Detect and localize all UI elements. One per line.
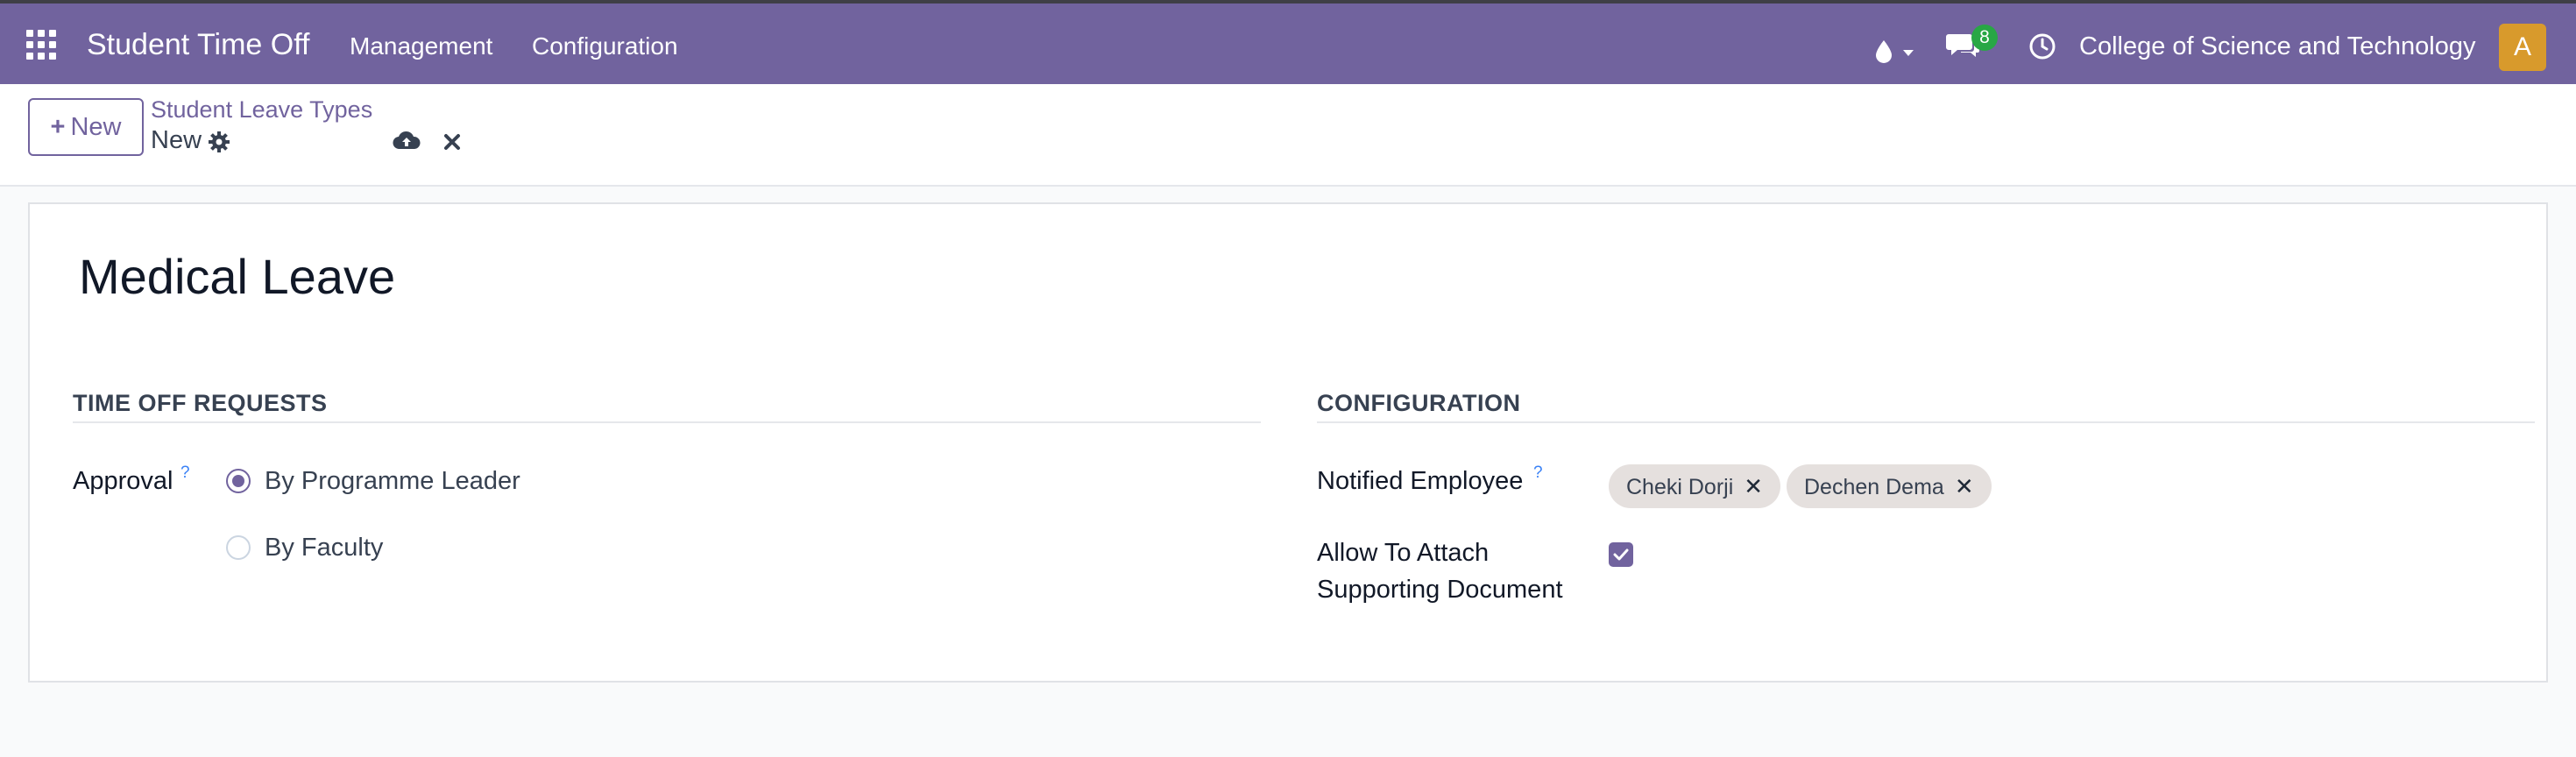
approval-help-icon[interactable]: ? — [180, 463, 190, 483]
section-divider — [73, 421, 1261, 423]
menu-configuration[interactable]: Configuration — [532, 32, 678, 60]
checkmark-icon — [1613, 548, 1629, 561]
attach-label-line1: Allow To Attach — [1317, 539, 1490, 567]
app-title[interactable]: Student Time Off — [87, 28, 310, 62]
employee-tag: Dechen Dema ✕ — [1787, 464, 1992, 508]
clock-icon[interactable] — [2028, 32, 2056, 60]
employee-tag: Cheki Dorji ✕ — [1609, 464, 1781, 508]
top-navbar: Student Time Off Management Configuratio… — [0, 0, 2576, 84]
section-title-configuration: CONFIGURATION — [1317, 390, 1521, 416]
activity-drop-icon[interactable] — [1873, 30, 1919, 75]
company-switcher[interactable]: College of Science and Technology — [2079, 32, 2476, 61]
record-name-field[interactable]: Medical Leave — [79, 248, 395, 305]
discard-close-icon[interactable] — [442, 131, 463, 152]
new-button[interactable]: + New — [28, 98, 144, 156]
breadcrumb-current-label: New — [151, 126, 202, 154]
breadcrumb-current: New — [151, 126, 202, 155]
radio-by-faculty[interactable] — [226, 535, 251, 560]
message-count-badge: 8 — [1971, 25, 1998, 51]
employee-tag-label: Dechen Dema — [1804, 475, 1944, 499]
notified-employee-label: Notified Employee — [1317, 467, 1524, 495]
new-button-label: New — [70, 113, 122, 141]
radio-by-programme-leader[interactable] — [226, 469, 251, 493]
attach-label-line2: Supporting Document — [1317, 576, 1563, 604]
breadcrumb-parent-link[interactable]: Student Leave Types — [151, 96, 372, 124]
menu-management[interactable]: Management — [350, 32, 492, 60]
form-sheet: Medical Leave TIME OFF REQUESTS Approval… — [28, 202, 2548, 683]
radio-label-programme-leader[interactable]: By Programme Leader — [265, 467, 520, 496]
radio-label-faculty[interactable]: By Faculty — [265, 534, 383, 562]
save-cloud-icon[interactable] — [393, 130, 421, 152]
section-divider — [1317, 421, 2535, 423]
remove-tag-icon[interactable]: ✕ — [1744, 473, 1763, 499]
remove-tag-icon[interactable]: ✕ — [1955, 473, 1974, 499]
control-panel: + New Student Leave Types New — [0, 84, 2576, 187]
plus-icon: + — [50, 113, 66, 141]
user-avatar[interactable]: A — [2499, 24, 2546, 71]
approval-label: Approval — [73, 467, 173, 495]
gear-icon[interactable] — [207, 130, 231, 154]
employee-tag-label: Cheki Dorji — [1626, 475, 1734, 499]
attach-document-checkbox[interactable] — [1609, 542, 1633, 567]
section-title-time-off: TIME OFF REQUESTS — [73, 390, 328, 416]
apps-grid-icon[interactable] — [26, 30, 56, 60]
notified-help-icon[interactable]: ? — [1533, 463, 1543, 483]
